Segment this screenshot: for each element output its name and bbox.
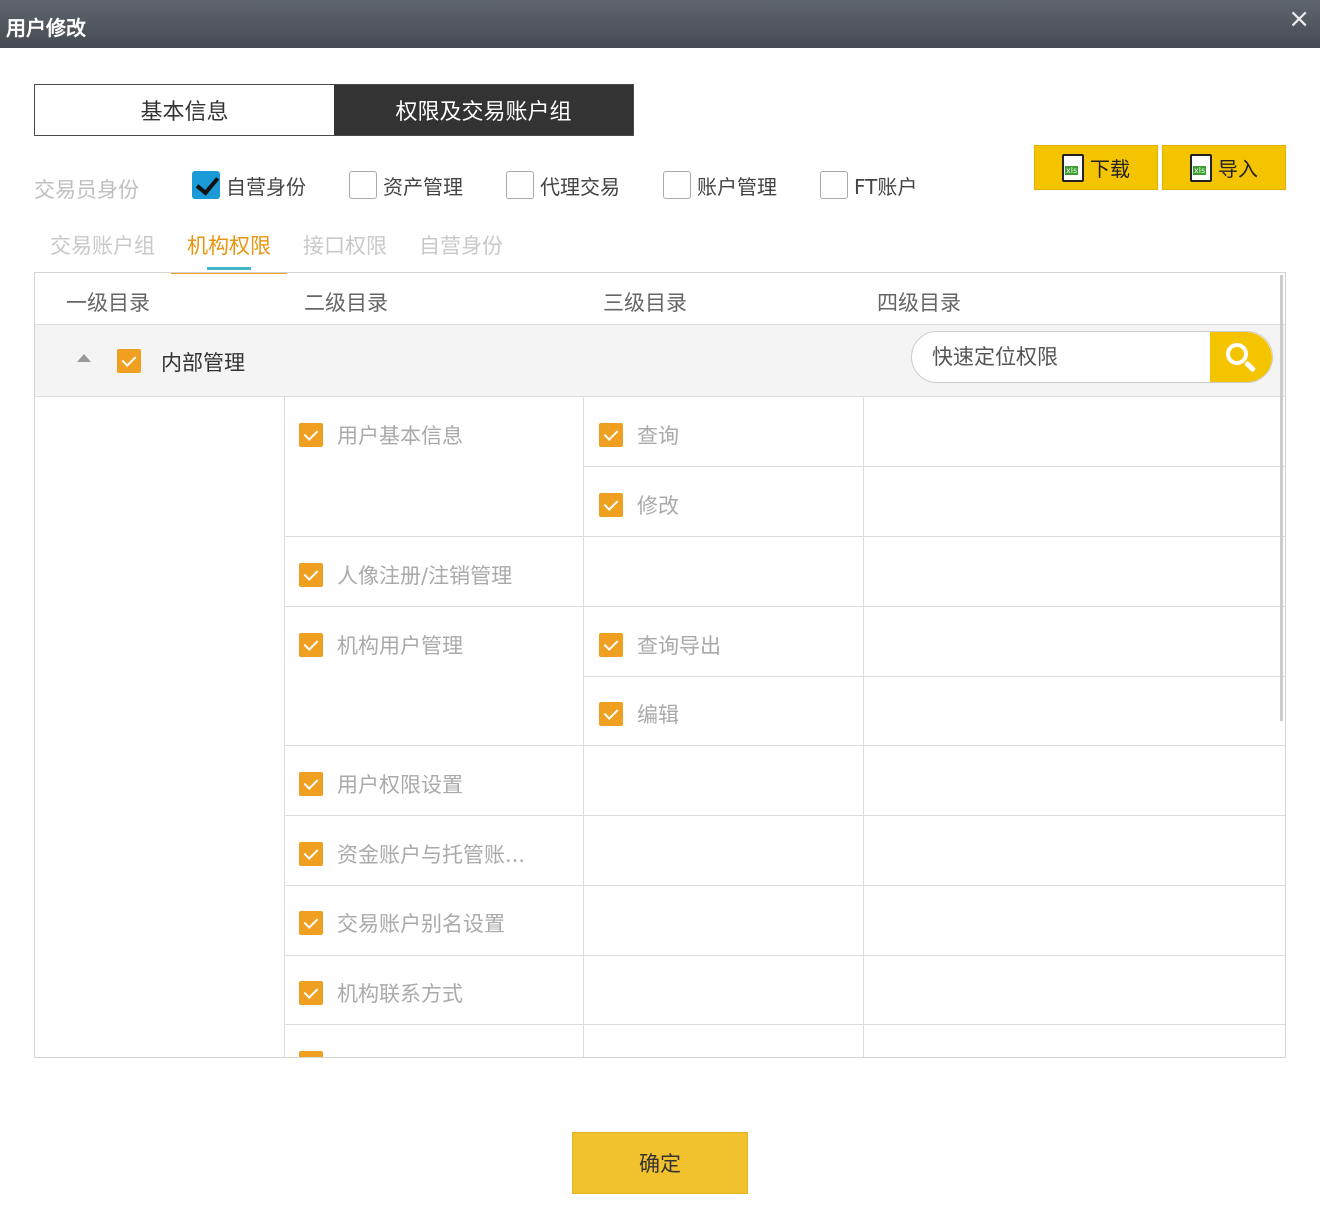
identity-option-label: 自营身份 bbox=[226, 174, 306, 199]
identity-option-asset-management[interactable]: 资产管理 bbox=[349, 170, 463, 200]
level2-item[interactable]: 资金账户与托管账... bbox=[299, 839, 525, 869]
download-button[interactable]: 下载 bbox=[1034, 145, 1158, 190]
identity-option-label: FT账户 bbox=[854, 174, 918, 199]
identity-option-proprietary[interactable]: 自营身份 bbox=[192, 170, 306, 200]
excel-file-icon bbox=[1062, 153, 1084, 182]
permission-tree: 一级目录 二级目录 三级目录 四级目录 内部管理 用户基本信息 人像注册/注销管… bbox=[34, 272, 1286, 1058]
level3-item[interactable]: 编辑 bbox=[599, 699, 679, 729]
row-divider bbox=[584, 466, 1285, 467]
level3-item[interactable]: 修改 bbox=[599, 490, 679, 520]
checkbox-checked-icon[interactable] bbox=[192, 171, 220, 199]
header-level1: 一级目录 bbox=[66, 291, 150, 315]
checkbox-icon[interactable] bbox=[506, 171, 534, 199]
item-checkbox[interactable] bbox=[299, 981, 323, 1005]
item-label: 用户权限设置 bbox=[337, 773, 463, 797]
item-label: 查询 bbox=[637, 424, 679, 448]
subtab-proprietary-identity[interactable]: 自营身份 bbox=[403, 224, 519, 274]
import-label: 导入 bbox=[1218, 157, 1258, 181]
row-divider bbox=[284, 1024, 1285, 1025]
identity-option-label: 代理交易 bbox=[540, 174, 620, 199]
row-divider bbox=[284, 536, 1285, 537]
row-divider bbox=[584, 676, 1285, 677]
scrollbar[interactable] bbox=[1280, 275, 1283, 721]
main-tabs: 基本信息 权限及交易账户组 bbox=[34, 84, 634, 136]
trader-identity-label: 交易员身份 bbox=[34, 178, 139, 202]
identity-option-account-management[interactable]: 账户管理 bbox=[663, 170, 777, 200]
item-label: 资金账户与托管账... bbox=[337, 843, 526, 867]
row-divider bbox=[284, 606, 1285, 607]
item-label: 机构联系方式 bbox=[337, 982, 463, 1006]
item-checkbox[interactable] bbox=[599, 423, 623, 447]
row-divider bbox=[284, 955, 1285, 956]
subtab-trading-account-group[interactable]: 交易账户组 bbox=[34, 224, 171, 274]
close-icon[interactable]: × bbox=[1288, 4, 1310, 34]
item-checkbox[interactable] bbox=[299, 911, 323, 935]
identity-option-agency-trading[interactable]: 代理交易 bbox=[506, 170, 620, 200]
item-checkbox[interactable] bbox=[299, 842, 323, 866]
level2-item[interactable] bbox=[299, 1048, 337, 1057]
item-label: 用户基本信息 bbox=[337, 424, 463, 448]
item-checkbox[interactable] bbox=[299, 423, 323, 447]
import-button[interactable]: 导入 bbox=[1162, 145, 1286, 190]
item-checkbox[interactable] bbox=[299, 563, 323, 587]
collapse-caret-icon[interactable] bbox=[77, 354, 91, 362]
confirm-button[interactable]: 确定 bbox=[572, 1132, 748, 1194]
level2-item[interactable]: 用户权限设置 bbox=[299, 769, 463, 799]
level2-item[interactable]: 机构联系方式 bbox=[299, 978, 463, 1008]
identity-option-label: 账户管理 bbox=[697, 174, 777, 199]
group-checkbox[interactable] bbox=[117, 349, 141, 373]
search-icon-handle bbox=[1243, 360, 1257, 373]
header-level3: 三级目录 bbox=[603, 291, 687, 315]
tab-basic-info[interactable]: 基本信息 bbox=[35, 85, 334, 135]
item-checkbox[interactable] bbox=[299, 1051, 323, 1057]
excel-file-icon bbox=[1190, 153, 1212, 182]
download-label: 下载 bbox=[1090, 157, 1130, 181]
row-divider bbox=[284, 885, 1285, 886]
title-bar: 用户修改 × bbox=[0, 0, 1320, 48]
row-divider bbox=[284, 745, 1285, 746]
column-divider bbox=[583, 397, 584, 1057]
search-input[interactable] bbox=[932, 340, 1202, 374]
column-divider bbox=[284, 397, 285, 1057]
item-label: 交易账户别名设置 bbox=[337, 912, 505, 936]
level2-item[interactable]: 机构用户管理 bbox=[299, 630, 463, 660]
item-checkbox[interactable] bbox=[299, 772, 323, 796]
item-label: 机构用户管理 bbox=[337, 634, 463, 658]
item-label: 查询导出 bbox=[637, 634, 721, 658]
item-checkbox[interactable] bbox=[599, 633, 623, 657]
level2-item[interactable]: 用户基本信息 bbox=[299, 420, 463, 450]
item-label: 人像注册/注销管理 bbox=[337, 564, 513, 588]
checkbox-icon[interactable] bbox=[820, 171, 848, 199]
level3-item[interactable]: 查询 bbox=[599, 420, 679, 450]
item-label: 修改 bbox=[637, 494, 679, 518]
sub-tabs: 交易账户组 机构权限 接口权限 自营身份 bbox=[34, 224, 519, 274]
group-label: 内部管理 bbox=[161, 351, 245, 375]
item-checkbox[interactable] bbox=[599, 702, 623, 726]
checkbox-icon[interactable] bbox=[663, 171, 691, 199]
header-level2: 二级目录 bbox=[304, 291, 388, 315]
level2-item[interactable]: 人像注册/注销管理 bbox=[299, 560, 512, 590]
tab-permissions[interactable]: 权限及交易账户组 bbox=[334, 85, 633, 135]
identity-option-ft-account[interactable]: FT账户 bbox=[820, 170, 917, 200]
item-checkbox[interactable] bbox=[299, 633, 323, 657]
tree-header: 一级目录 二级目录 三级目录 四级目录 bbox=[35, 273, 1285, 325]
column-divider bbox=[863, 397, 864, 1057]
subtab-institution-permissions[interactable]: 机构权限 bbox=[171, 224, 287, 274]
item-checkbox[interactable] bbox=[599, 493, 623, 517]
group-row: 内部管理 bbox=[35, 325, 1285, 397]
row-divider bbox=[284, 815, 1285, 816]
identity-option-label: 资产管理 bbox=[383, 174, 463, 199]
search-button[interactable] bbox=[1210, 332, 1272, 382]
level3-item[interactable]: 查询导出 bbox=[599, 630, 721, 660]
item-label: 编辑 bbox=[637, 703, 679, 727]
subtab-interface-permissions[interactable]: 接口权限 bbox=[287, 224, 403, 274]
level2-item[interactable]: 交易账户别名设置 bbox=[299, 908, 505, 938]
checkbox-icon[interactable] bbox=[349, 171, 377, 199]
window-title: 用户修改 bbox=[6, 16, 86, 40]
header-level4: 四级目录 bbox=[877, 291, 961, 315]
permission-search bbox=[911, 331, 1273, 383]
